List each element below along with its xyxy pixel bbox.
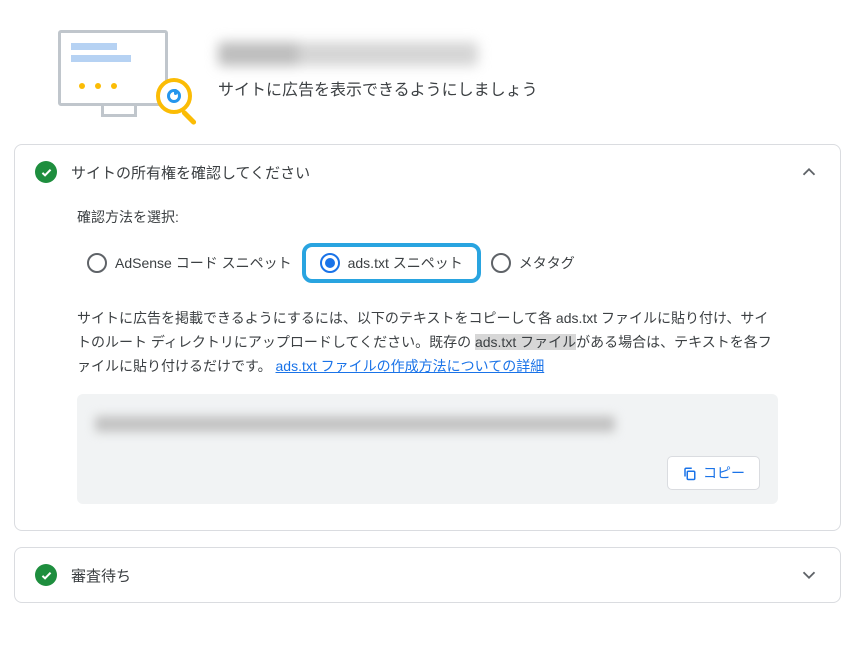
review-card-header[interactable]: 審査待ち xyxy=(15,548,840,602)
verification-method-radio-group: AdSense コード スニペット ads.txt スニペット メタタグ xyxy=(77,243,778,283)
radio-label: ads.txt スニペット xyxy=(348,253,463,273)
chevron-up-icon xyxy=(798,161,820,183)
review-card: 審査待ち xyxy=(14,547,841,603)
page-subtitle: サイトに広告を表示できるようにしましょう xyxy=(218,76,538,100)
snippet-redacted xyxy=(95,416,615,432)
site-check-illustration xyxy=(50,26,190,116)
ownership-card: サイトの所有権を確認してください 確認方法を選択: AdSense コード スニ… xyxy=(14,144,841,531)
check-circle-icon xyxy=(35,564,57,586)
radio-adstxt-snippet[interactable]: ads.txt スニペット xyxy=(302,243,481,283)
copy-button[interactable]: コピー xyxy=(667,456,760,490)
radio-icon xyxy=(87,253,107,273)
radio-icon xyxy=(320,253,340,273)
copy-button-label: コピー xyxy=(703,463,745,483)
adstxt-snippet-box: コピー xyxy=(77,394,778,504)
radio-label: メタタグ xyxy=(519,253,575,273)
instruction-text: サイトに広告を掲載できるようにするには、以下のテキストをコピーして各 ads.t… xyxy=(77,307,778,378)
ownership-card-body: 確認方法を選択: AdSense コード スニペット ads.txt スニペット… xyxy=(15,199,840,530)
copy-icon xyxy=(682,466,697,481)
ownership-card-title: サイトの所有権を確認してください xyxy=(71,162,784,183)
radio-meta-tag[interactable]: メタタグ xyxy=(481,247,585,279)
review-card-title: 審査待ち xyxy=(71,565,784,586)
radio-adsense-snippet[interactable]: AdSense コード スニペット xyxy=(77,247,302,279)
radio-icon xyxy=(491,253,511,273)
adstxt-help-link[interactable]: ads.txt ファイルの作成方法についての詳細 xyxy=(276,358,545,374)
highlighted-token: ads.txt ファイル xyxy=(475,334,576,350)
ownership-card-header[interactable]: サイトの所有権を確認してください xyxy=(15,145,840,199)
verification-method-label: 確認方法を選択: xyxy=(77,207,778,227)
chevron-down-icon xyxy=(798,564,820,586)
radio-label: AdSense コード スニペット xyxy=(115,253,292,273)
page-header: サイトに広告を表示できるようにしましょう xyxy=(10,10,845,144)
check-circle-icon xyxy=(35,161,57,183)
site-name-redacted xyxy=(218,42,478,66)
